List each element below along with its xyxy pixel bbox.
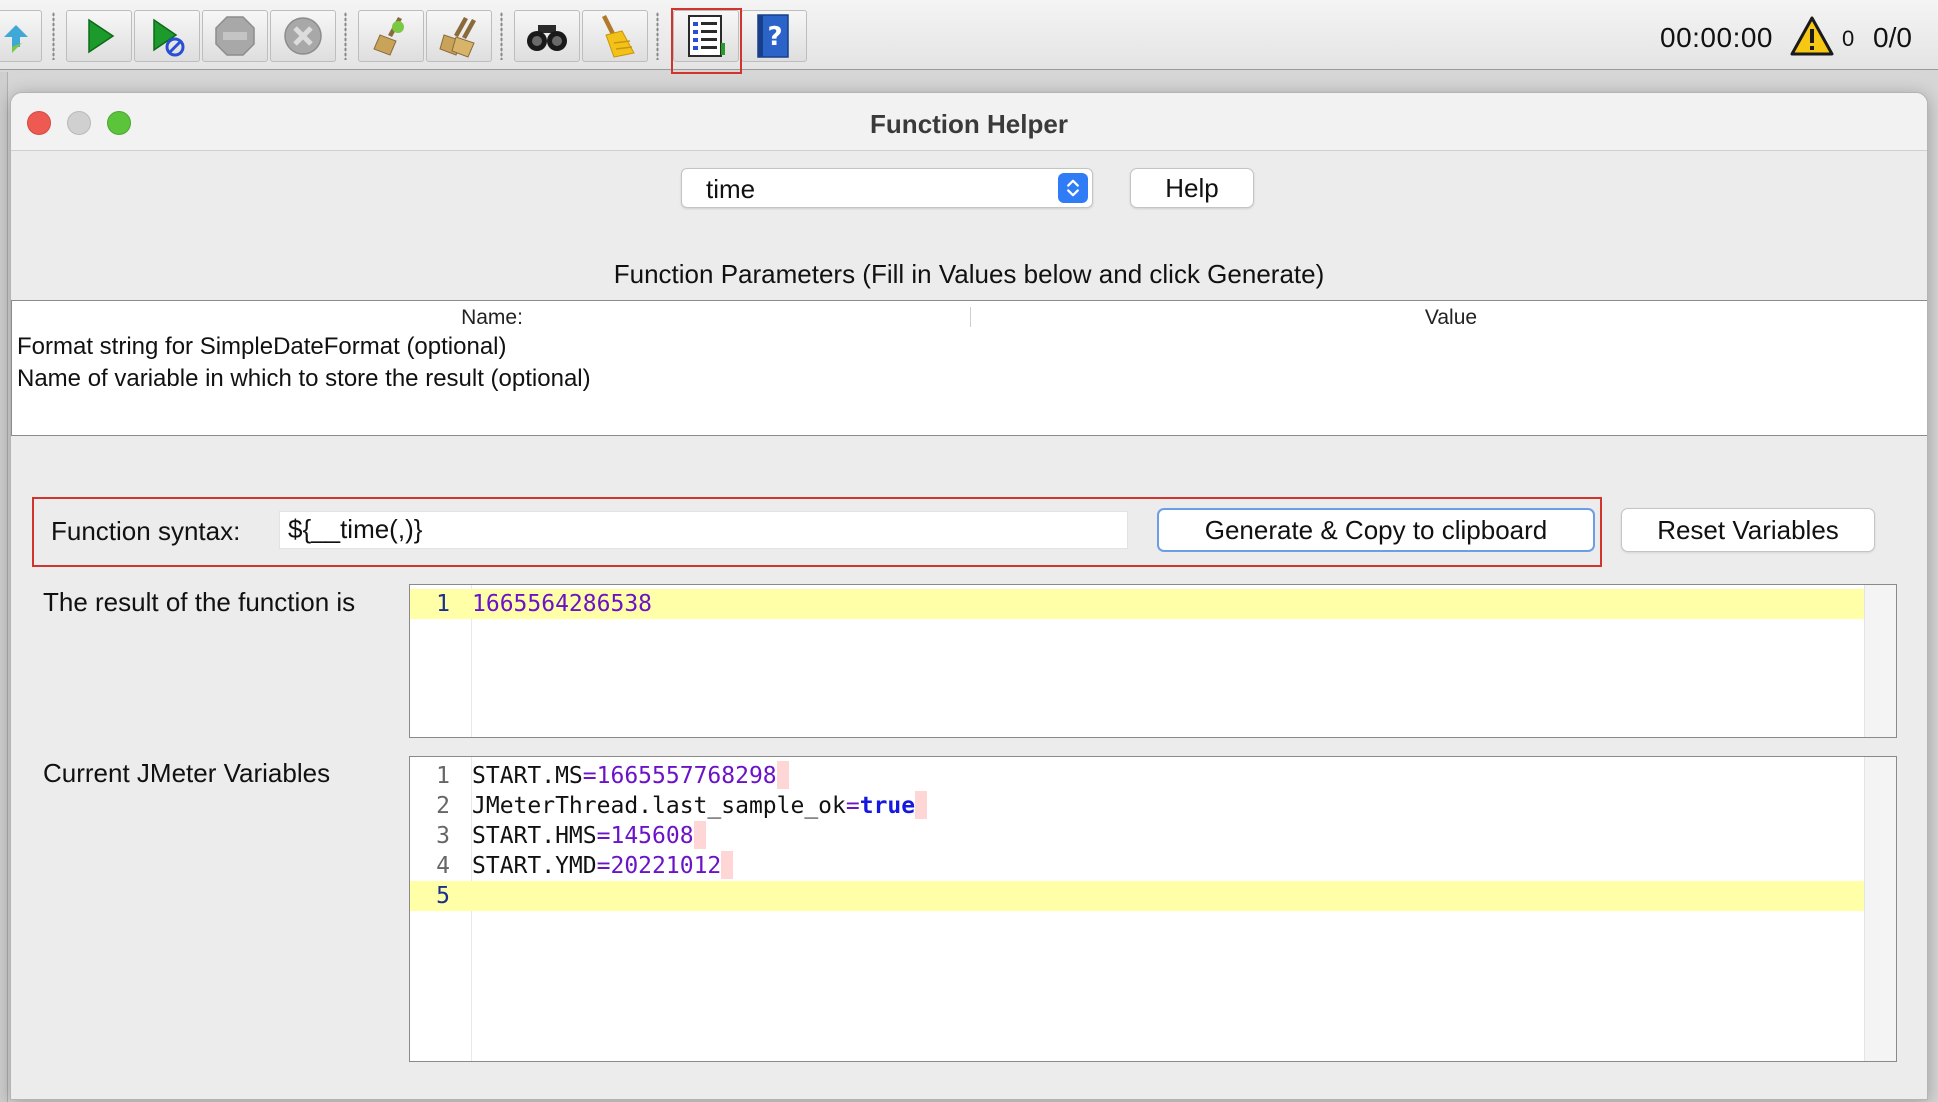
variables-label: Current JMeter Variables [43, 758, 331, 788]
expand-icon [4, 25, 28, 53]
clear-all-icon [439, 17, 476, 58]
line-number: 2 [436, 793, 450, 819]
vertical-scrollbar[interactable] [1864, 757, 1896, 1061]
elapsed-timer: 00:00:00 [1660, 22, 1773, 53]
line-number: 5 [436, 883, 450, 909]
shutdown-icon [284, 17, 322, 55]
toolbar-separator [52, 12, 55, 60]
clear-button[interactable] [358, 10, 424, 62]
editor-line: 2 JMeterThread.last_sample_ok=true [410, 791, 1896, 821]
start-no-pauses-icon [153, 18, 185, 57]
column-header-name[interactable]: Name: [12, 306, 972, 330]
left-panel-edge [0, 72, 8, 1102]
start-no-pauses-button[interactable] [134, 10, 200, 62]
help-toolbar-button[interactable]: ? [741, 10, 807, 62]
table-row[interactable]: Name of variable in which to store the r… [17, 365, 591, 393]
editor-line: 5 [410, 881, 1896, 911]
warning-icon[interactable] [1790, 16, 1834, 56]
toolbar-separator [656, 12, 659, 60]
svg-text:?: ? [767, 22, 782, 52]
generate-copy-button[interactable]: Generate & Copy to clipboard [1157, 508, 1595, 552]
editor-line: 3 START.HMS=145608 [410, 821, 1896, 851]
window-title: Function Helper [870, 109, 1068, 139]
line-number: 3 [436, 823, 450, 849]
line-end-marker [776, 761, 789, 789]
function-syntax-field[interactable]: ${__time(,)} [279, 511, 1128, 549]
variable-value: 20221012 [610, 853, 722, 879]
toolbar-separator [500, 12, 503, 60]
line-number: 1 [436, 591, 450, 617]
variable-value: true [859, 793, 916, 819]
vertical-scrollbar[interactable] [1864, 585, 1896, 737]
function-helper-highlight [671, 8, 742, 74]
column-header-value[interactable]: Value [972, 306, 1927, 330]
shutdown-button[interactable] [270, 10, 336, 62]
reset-search-icon [602, 15, 635, 58]
parameters-table[interactable]: Name: Value Format string for SimpleDate… [11, 300, 1927, 436]
stop-button[interactable] [202, 10, 268, 62]
result-label: The result of the function is [43, 587, 356, 617]
function-select[interactable]: time [681, 168, 1093, 208]
stop-icon [215, 16, 255, 56]
variable-key: START.MS [472, 763, 583, 789]
reset-search-button[interactable] [582, 10, 648, 62]
variables-editor[interactable]: 1 START.MS=1665557768298 2 JMeterThread.… [409, 756, 1897, 1062]
line-end-marker [721, 851, 734, 879]
editor-line: 1 START.MS=1665557768298 [410, 761, 1896, 791]
equals-sign: = [596, 823, 611, 849]
parameters-heading: Function Parameters (Fill in Values belo… [613, 259, 1325, 289]
window-titlebar: Function Helper [11, 93, 1927, 151]
parameters-table-header: Name: Value [12, 301, 1927, 331]
toolbar-separator [344, 12, 347, 60]
function-syntax-label: Function syntax: [51, 516, 241, 546]
line-number: 4 [436, 853, 450, 879]
select-arrows-icon [1058, 173, 1088, 203]
search-button[interactable] [514, 10, 580, 62]
editor-line: 1 1665564286538 [410, 589, 1896, 619]
active-threads-ratio: 0/0 [1873, 22, 1912, 53]
warning-count: 0 [1842, 26, 1855, 51]
result-editor[interactable]: 1 1665564286538 [409, 584, 1897, 738]
function-helper-window: Function Helper time Help Function Param… [10, 92, 1928, 1100]
line-end-marker [693, 821, 706, 849]
variable-key: START.YMD [472, 853, 597, 879]
variable-value: 1665557768298 [596, 763, 777, 789]
help-button[interactable]: Help [1130, 168, 1254, 208]
start-button[interactable] [66, 10, 132, 62]
variable-entry: START.HMS=145608 [472, 821, 706, 851]
function-select-value: time [706, 174, 756, 204]
equals-sign: = [845, 793, 860, 819]
line-number: 1 [436, 763, 450, 789]
help-icon: ? [757, 14, 789, 58]
equals-sign: = [596, 853, 611, 879]
variable-entry: START.MS=1665557768298 [472, 761, 789, 791]
equals-sign: = [582, 763, 597, 789]
variable-key: JMeterThread.last_sample_ok [472, 793, 846, 819]
variable-value: 145608 [610, 823, 694, 849]
table-row[interactable]: Format string for SimpleDateFormat (opti… [17, 333, 507, 361]
variable-entry: START.YMD=20221012 [472, 851, 734, 881]
start-icon [88, 18, 115, 54]
editor-line: 4 START.YMD=20221012 [410, 851, 1896, 881]
search-icon [527, 25, 567, 51]
reset-variables-button[interactable]: Reset Variables [1621, 508, 1875, 552]
variable-key: START.HMS [472, 823, 597, 849]
column-divider [970, 307, 971, 327]
clear-icon [373, 17, 404, 56]
main-toolbar: ? 00:00:00 0 0/0 [0, 0, 1938, 74]
expand-button[interactable] [0, 10, 42, 62]
result-value: 1665564286538 [472, 591, 653, 617]
line-end-marker [915, 791, 928, 819]
variable-entry: JMeterThread.last_sample_ok=true [472, 791, 928, 821]
clear-all-button[interactable] [426, 10, 492, 62]
